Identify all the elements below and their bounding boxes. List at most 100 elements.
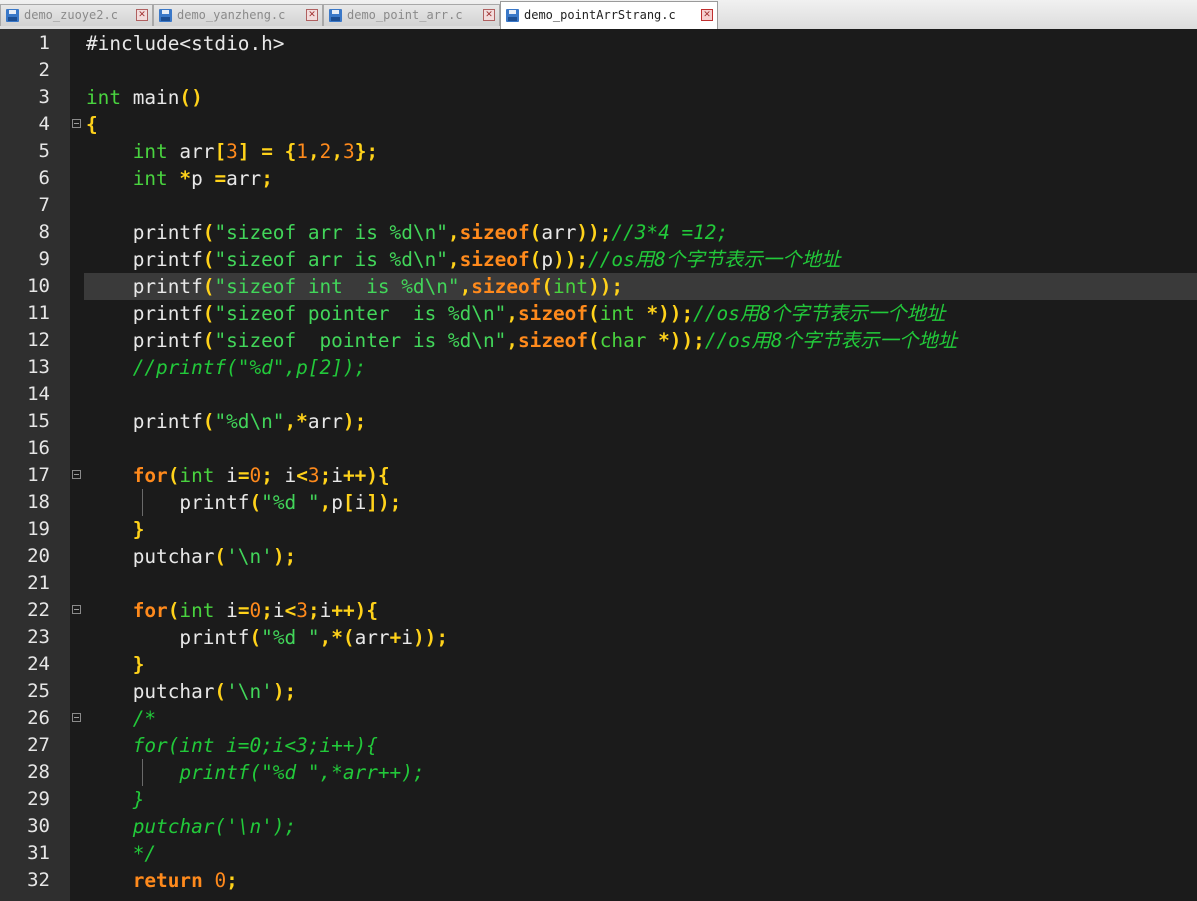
- code-row: int main(): [84, 84, 1197, 111]
- fold-toggle-icon[interactable]: [72, 713, 81, 722]
- code-token: {: [86, 113, 98, 136]
- code-line[interactable]: 31 */: [0, 840, 1197, 867]
- code-token: ;: [261, 599, 273, 622]
- code-token: ,: [307, 140, 320, 163]
- code-text: printf("sizeof arr is %d\n",sizeof(p));/…: [86, 246, 841, 273]
- code-line[interactable]: 20 putchar('\n');: [0, 543, 1197, 570]
- code-line[interactable]: 17 for(int i=0; i<3;i++){: [0, 462, 1197, 489]
- code-line[interactable]: 14: [0, 381, 1197, 408]
- code-line[interactable]: 10 printf("sizeof int is %d\n",sizeof(in…: [0, 273, 1197, 300]
- code-token: int: [553, 275, 589, 298]
- code-line[interactable]: 27 for(int i=0;i<3;i++){: [0, 732, 1197, 759]
- code-line[interactable]: 18 printf("%d ",p[i]);: [0, 489, 1197, 516]
- code-line[interactable]: 29 }: [0, 786, 1197, 813]
- code-token: ,: [459, 275, 472, 298]
- code-token: }: [132, 653, 145, 676]
- code-row: printf("%d ",*arr++);: [84, 759, 1197, 786]
- code-line[interactable]: 7: [0, 192, 1197, 219]
- tab-bar: demo_zuoye2.c ✕ demo_yanzheng.c ✕ demo_p…: [0, 0, 1197, 30]
- line-number: 17: [27, 464, 50, 486]
- fold-toggle-icon[interactable]: [72, 470, 81, 479]
- code-token: ,: [506, 329, 518, 352]
- code-token: //os用8个字节表示一个地址: [588, 248, 841, 271]
- code-row: printf("%d ",*(arr+i));: [84, 624, 1197, 651]
- code-line[interactable]: 5 int arr[3] = {1,2,3};: [0, 138, 1197, 165]
- code-token: <: [296, 464, 308, 487]
- line-number: 1: [38, 32, 50, 54]
- code-text: putchar('\n');: [86, 678, 296, 705]
- code-line[interactable]: 23 printf("%d ",*(arr+i));: [0, 624, 1197, 651]
- close-tab-icon[interactable]: ✕: [306, 9, 318, 21]
- code-line[interactable]: 2: [0, 57, 1197, 84]
- code-line[interactable]: 8 printf("sizeof arr is %d\n",sizeof(arr…: [0, 219, 1197, 246]
- close-tab-icon[interactable]: ✕: [701, 9, 713, 21]
- code-token: ;: [307, 599, 320, 622]
- tab-demo-pointarrstrang[interactable]: demo_pointArrStrang.c ✕: [500, 1, 718, 29]
- code-line[interactable]: 30 putchar('\n');: [0, 813, 1197, 840]
- line-number: 27: [27, 734, 50, 756]
- code-line[interactable]: 3 int main(): [0, 84, 1197, 111]
- code-token: arr: [541, 221, 577, 244]
- code-token: (: [167, 464, 180, 487]
- code-token: putchar: [86, 680, 215, 703]
- close-tab-icon[interactable]: ✕: [136, 9, 148, 21]
- line-number: 21: [27, 572, 50, 594]
- code-text: printf("%d ",p[i]);: [86, 489, 401, 516]
- code-token: <: [284, 599, 297, 622]
- code-line[interactable]: 11 printf("sizeof pointer is %d\n",sizeo…: [0, 300, 1197, 327]
- code-token: "sizeof arr is %d\n": [214, 221, 448, 244]
- code-text: for(int i=0;i<3;i++){: [86, 597, 378, 624]
- code-row: #include<stdio.h>: [84, 30, 1197, 57]
- code-token: arr: [354, 626, 390, 649]
- line-number: 20: [27, 545, 50, 567]
- code-line[interactable]: 16: [0, 435, 1197, 462]
- tab-demo-yanzheng[interactable]: demo_yanzheng.c ✕: [153, 4, 323, 26]
- code-row: printf("sizeof pointer is %d\n",sizeof(c…: [84, 327, 1197, 354]
- code-line[interactable]: 9 printf("sizeof arr is %d\n",sizeof(p))…: [0, 246, 1197, 273]
- code-line[interactable]: 26 /*: [0, 705, 1197, 732]
- code-token: "sizeof pointer is %d\n": [214, 302, 507, 325]
- code-row: [84, 570, 1197, 597]
- code-line[interactable]: 19 }: [0, 516, 1197, 543]
- code-line[interactable]: 4{: [0, 111, 1197, 138]
- line-number: 5: [38, 140, 50, 162]
- code-line[interactable]: 6 int *p =arr;: [0, 165, 1197, 192]
- code-line[interactable]: 21: [0, 570, 1197, 597]
- code-row: [84, 192, 1197, 219]
- fold-toggle-icon[interactable]: [72, 119, 81, 128]
- code-line[interactable]: 28 printf("%d ",*arr++);: [0, 759, 1197, 786]
- line-number: 14: [27, 383, 50, 405]
- code-line[interactable]: 13 //printf("%d",p[2]);: [0, 354, 1197, 381]
- code-line[interactable]: 22 for(int i=0;i<3;i++){: [0, 597, 1197, 624]
- code-text: {: [86, 111, 98, 138]
- line-number: 28: [27, 761, 50, 783]
- code-token: ;: [319, 464, 332, 487]
- tab-label: demo_zuoye2.c: [24, 8, 118, 22]
- code-text: for(int i=0;i<3;i++){: [86, 732, 378, 759]
- code-token: }: [132, 788, 145, 811]
- tab-demo-point-arr[interactable]: demo_point_arr.c ✕: [323, 4, 500, 26]
- code-token: 0: [249, 464, 262, 487]
- code-token: 3: [343, 140, 355, 163]
- code-line[interactable]: 24 }: [0, 651, 1197, 678]
- code-text: printf("%d\n",*arr);: [86, 408, 367, 435]
- tab-demo-zuoye2[interactable]: demo_zuoye2.c ✕: [0, 4, 153, 26]
- code-line[interactable]: 15 printf("%d\n",*arr);: [0, 408, 1197, 435]
- code-token: (: [249, 491, 262, 514]
- code-line[interactable]: 25 putchar('\n');: [0, 678, 1197, 705]
- code-line[interactable]: 32 return 0;: [0, 867, 1197, 894]
- code-editor[interactable]: 1 #include<stdio.h> 2 3 int main() 4{5 int ar…: [0, 29, 1197, 901]
- code-line[interactable]: 1 #include<stdio.h>: [0, 30, 1197, 57]
- code-line[interactable]: 12 printf("sizeof pointer is %d\n",sizeo…: [0, 327, 1197, 354]
- close-tab-icon[interactable]: ✕: [483, 9, 495, 21]
- code-text: printf("%d ",*arr++);: [86, 759, 424, 786]
- fold-toggle-icon[interactable]: [72, 605, 81, 614]
- line-number: 7: [38, 194, 50, 216]
- code-token: *: [179, 167, 192, 190]
- code-row: int *p =arr;: [84, 165, 1197, 192]
- line-number: 32: [27, 869, 50, 891]
- code-token: for: [132, 464, 168, 487]
